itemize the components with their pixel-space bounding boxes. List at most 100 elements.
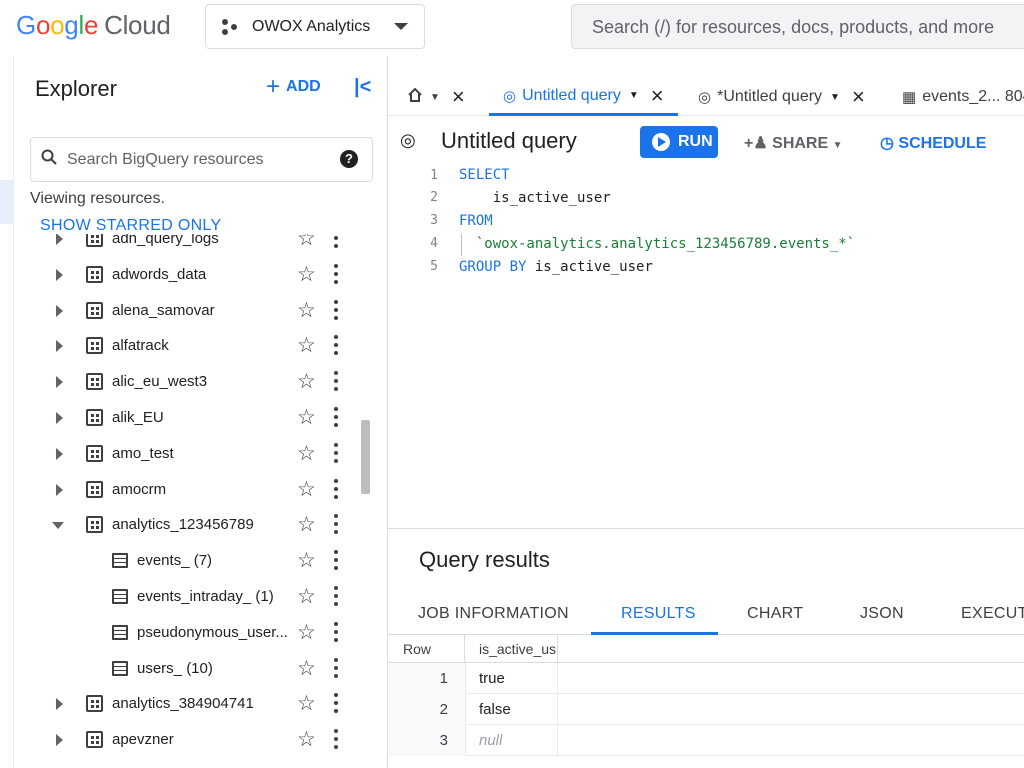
dataset-icon — [86, 373, 103, 391]
global-search-input[interactable]: Search (/) for resources, docs, products… — [571, 4, 1024, 49]
resource-tree: adn_query_logs ☆ adwords_data ☆ alena_samova… — [14, 234, 387, 768]
expand-more-icon[interactable] — [56, 234, 63, 245]
star-icon[interactable]: ☆ — [297, 441, 316, 466]
dataset-icon — [86, 409, 103, 426]
query-icon: ◎ — [698, 89, 712, 106]
column-resize-handle[interactable] — [557, 635, 558, 663]
table-item[interactable]: pseudonymous_user... ☆ — [14, 615, 364, 651]
table-item[interactable]: events_intraday_ (1) ☆ — [14, 579, 364, 615]
more-vert-icon[interactable] — [334, 514, 338, 535]
add-button[interactable]: + ADD — [266, 75, 321, 99]
expand-more-icon[interactable] — [56, 734, 63, 747]
dataset-item[interactable]: apevzner ☆ — [14, 722, 364, 758]
more-vert-icon[interactable] — [334, 263, 338, 284]
collapse-panel-icon[interactable]: |< — [354, 76, 371, 99]
more-vert-icon[interactable] — [334, 335, 338, 356]
dataset-item[interactable]: adwords_data ☆ — [14, 257, 364, 293]
google-cloud-logo[interactable]: Google Cloud — [16, 10, 171, 41]
share-button[interactable]: +♟ SHARE ▼ — [744, 133, 843, 153]
dataset-item[interactable]: analytics_384904741 ☆ — [14, 686, 364, 722]
tab-json[interactable]: JSON — [860, 605, 904, 623]
more-vert-icon[interactable] — [334, 657, 338, 678]
more-vert-icon[interactable] — [334, 586, 338, 606]
column-header-is-active-user[interactable]: is_active_us — [479, 641, 557, 657]
star-icon[interactable]: ☆ — [297, 691, 316, 716]
schedule-button[interactable]: ◷ SCHEDULE — [880, 133, 986, 153]
expand-more-icon[interactable] — [56, 483, 63, 496]
dataset-item[interactable]: alik_EU ☆ — [14, 400, 364, 436]
caret-down-icon[interactable]: ▼ — [629, 90, 639, 101]
dataset-item[interactable]: analytics_123456789 ☆ — [14, 507, 364, 543]
star-icon[interactable]: ☆ — [297, 727, 316, 752]
table-cell[interactable]: null — [465, 725, 558, 756]
more-vert-icon[interactable] — [334, 729, 338, 750]
more-vert-icon[interactable] — [334, 299, 338, 320]
star-icon[interactable]: ☆ — [297, 298, 316, 323]
tab-job-information[interactable]: JOB INFORMATION — [418, 605, 569, 623]
help-icon[interactable]: ? — [340, 150, 358, 168]
table-cell[interactable]: true — [465, 663, 558, 694]
scrollbar[interactable] — [361, 420, 370, 494]
nav-rail-active-item[interactable] — [0, 180, 14, 224]
dataset-item[interactable]: alfatrack ☆ — [14, 328, 364, 364]
star-icon[interactable]: ☆ — [297, 477, 316, 502]
show-starred-only-link[interactable]: SHOW STARRED ONLY — [40, 217, 221, 235]
table-item[interactable]: events_ (7) ☆ — [14, 543, 364, 579]
run-button[interactable]: RUN — [640, 126, 718, 158]
more-vert-icon[interactable] — [334, 621, 338, 642]
dataset-item[interactable]: alena_samovar ☆ — [14, 293, 364, 329]
dataset-item[interactable]: amo_test ☆ — [14, 436, 364, 472]
dataset-item[interactable]: adn_query_logs ☆ — [14, 234, 364, 257]
more-vert-icon[interactable] — [334, 478, 338, 499]
expand-more-icon[interactable] — [56, 447, 63, 460]
close-icon[interactable]: × — [452, 84, 465, 110]
code-editor[interactable]: 1 2 3 4 5 SELECT is_active_user FROM `ow… — [388, 164, 1024, 528]
dataset-icon — [86, 234, 103, 247]
dataset-item[interactable]: alic_eu_west3 ☆ — [14, 364, 364, 400]
star-icon[interactable]: ☆ — [297, 620, 316, 645]
caret-down-icon[interactable]: ▼ — [830, 92, 840, 103]
home-tab[interactable]: ▼ × — [408, 78, 465, 116]
expand-more-icon[interactable] — [56, 268, 63, 281]
more-vert-icon[interactable] — [334, 371, 338, 392]
star-icon[interactable]: ☆ — [297, 512, 316, 537]
tab-untitled-query-2[interactable]: ◎ *Untitled query ▼ × — [698, 78, 865, 116]
close-icon[interactable]: × — [651, 83, 664, 109]
expand-more-icon[interactable] — [56, 376, 63, 389]
star-icon[interactable]: ☆ — [297, 333, 316, 358]
tab-chart[interactable]: CHART — [747, 605, 803, 623]
more-vert-icon[interactable] — [334, 234, 338, 248]
table-icon — [112, 553, 128, 569]
query-header: ◎ Untitled query RUN +♟ SHARE ▼ ◷ SCHEDU… — [388, 116, 1024, 164]
more-vert-icon[interactable] — [334, 407, 338, 427]
star-icon[interactable]: ☆ — [297, 584, 316, 609]
tab-results[interactable]: RESULTS — [621, 605, 696, 623]
caret-down-icon[interactable]: ▼ — [430, 92, 440, 103]
more-vert-icon[interactable] — [334, 550, 338, 571]
column-resize-handle[interactable] — [464, 635, 465, 663]
more-vert-icon[interactable] — [334, 442, 338, 463]
table-item[interactable]: users_ (10) ☆ — [14, 651, 364, 687]
dataset-icon — [86, 444, 103, 462]
expand-more-icon[interactable] — [56, 304, 63, 317]
project-selector[interactable]: OWOX Analytics — [205, 4, 425, 49]
expand-more-icon[interactable] — [56, 340, 63, 353]
star-icon[interactable]: ☆ — [297, 548, 316, 573]
tab-execution[interactable]: EXECUTI — [961, 605, 1024, 623]
star-icon[interactable]: ☆ — [297, 234, 316, 251]
expand-less-icon[interactable] — [52, 522, 64, 530]
expand-more-icon[interactable] — [56, 412, 63, 424]
tab-untitled-query-active[interactable]: ◎ Untitled query ▼ × — [489, 78, 678, 116]
star-icon[interactable]: ☆ — [297, 405, 316, 430]
close-icon[interactable]: × — [852, 84, 865, 110]
search-icon — [41, 149, 67, 170]
explorer-search-input[interactable]: Search BigQuery resources ? — [30, 137, 373, 182]
expand-more-icon[interactable] — [56, 698, 63, 711]
dataset-item[interactable]: amocrm ☆ — [14, 472, 364, 508]
table-cell[interactable]: false — [465, 694, 558, 725]
star-icon[interactable]: ☆ — [297, 369, 316, 394]
star-icon[interactable]: ☆ — [297, 656, 316, 681]
tab-events-table[interactable]: ▦ events_2... 804 — [902, 78, 1024, 116]
more-vert-icon[interactable] — [334, 693, 338, 714]
star-icon[interactable]: ☆ — [297, 262, 316, 287]
